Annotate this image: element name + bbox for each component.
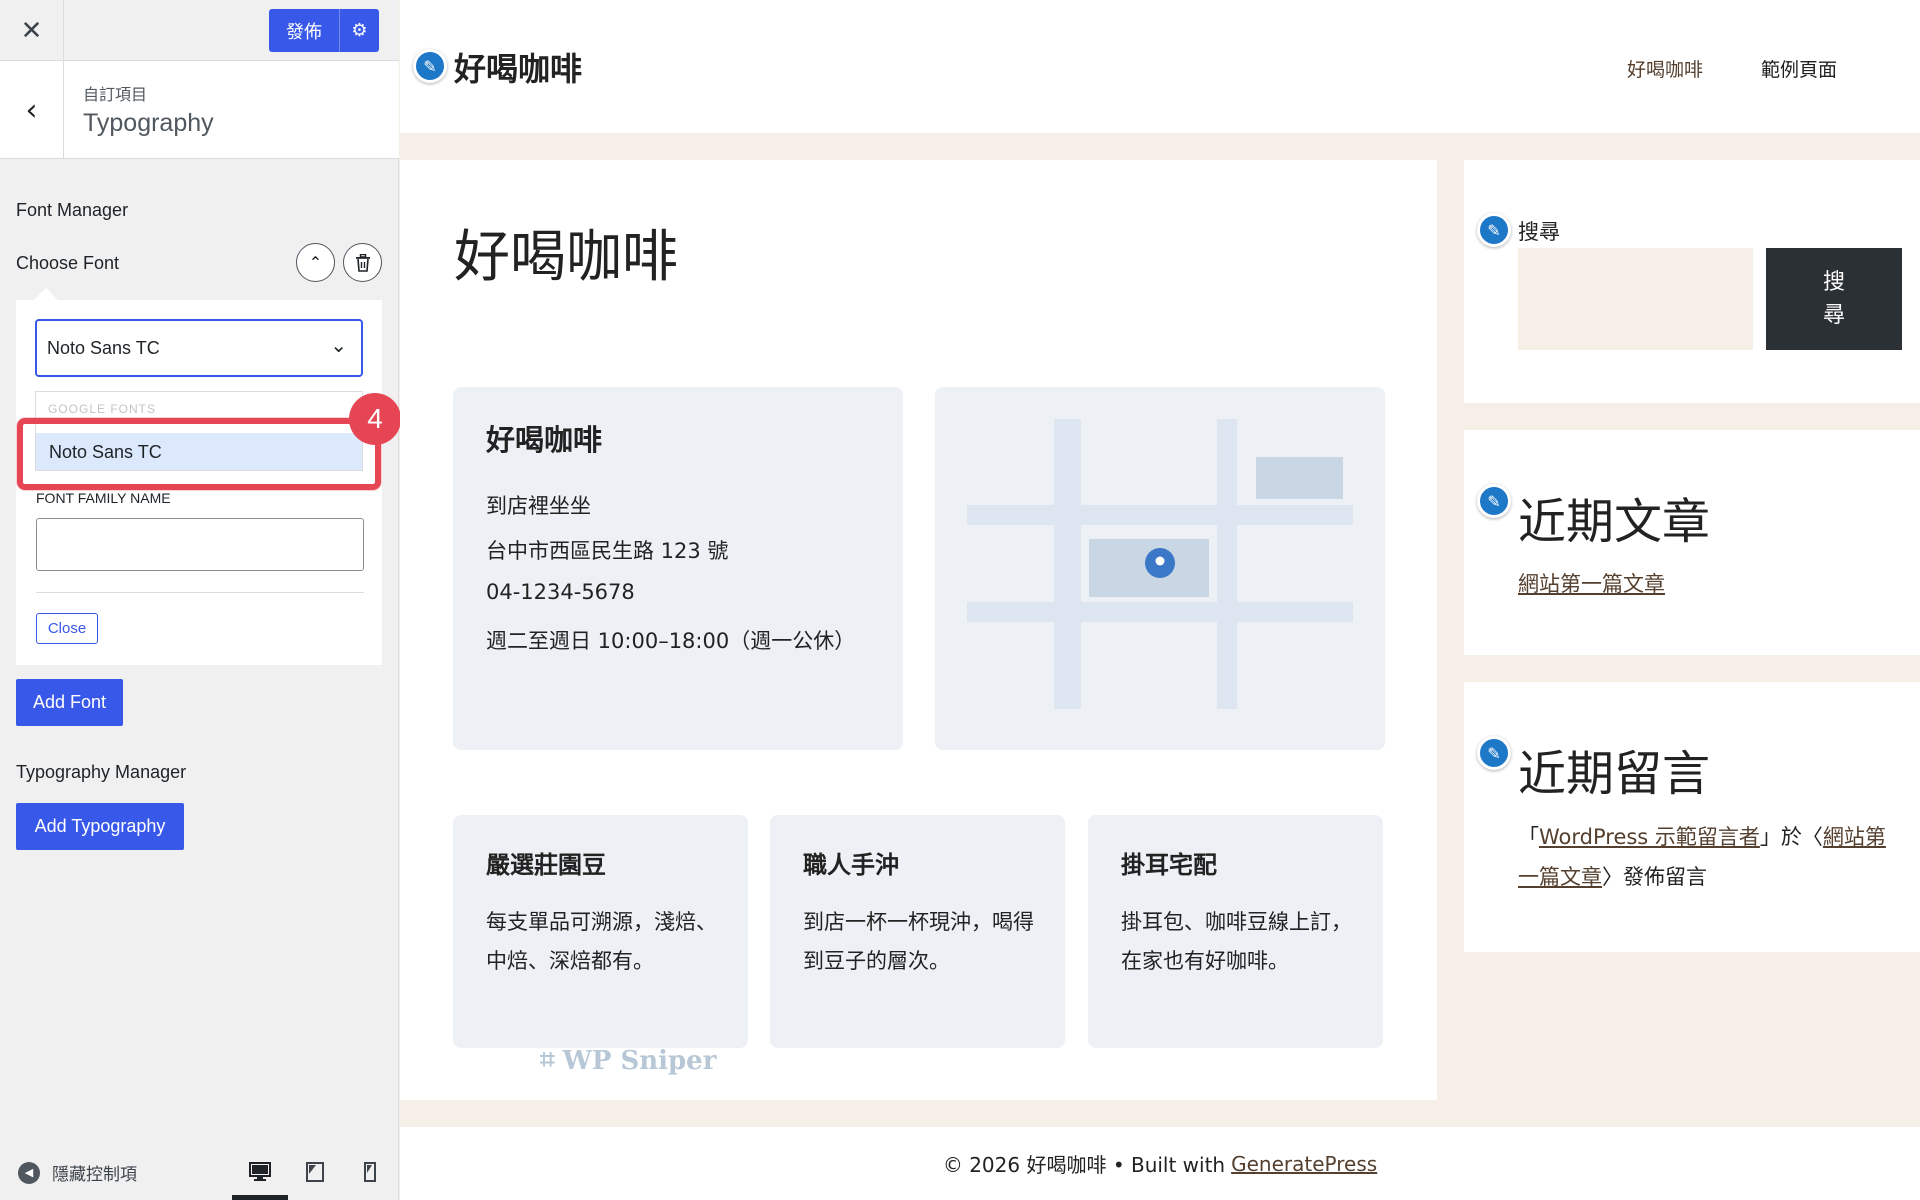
feature-card: 職人手沖 到店一杯一杯現沖，喝得到豆子的層次。 <box>770 815 1065 1048</box>
close-customizer-button[interactable]: ✕ <box>0 0 64 61</box>
customizer-sidebar: ✕ 發佈 ⚙ ‹ 自訂項目 Typography Font Manager Ch… <box>0 0 401 1200</box>
chevron-left-icon: ‹ <box>25 92 38 128</box>
publish-label: 發佈 <box>286 21 322 43</box>
active-device-indicator <box>232 1195 288 1200</box>
site-title[interactable]: 好喝咖啡 <box>454 44 582 90</box>
add-font-button[interactable]: Add Font <box>16 679 123 726</box>
customizer-footer: ◀ 隱藏控制項 <box>0 1145 399 1200</box>
section-header: ‹ 自訂項目 Typography <box>0 61 399 159</box>
tablet-preview-button[interactable] <box>300 1158 330 1186</box>
feature-title: 嚴選莊園豆 <box>486 851 606 879</box>
watermark: ⌗ WP Sniper <box>540 1045 717 1076</box>
recent-posts-widget: ✎ 近期文章 網站第一篇文章 <box>1464 430 1920 655</box>
font-settings-panel: Noto Sans TC ⌄ GOOGLE FONTS Noto Sans TC… <box>16 288 382 665</box>
dropdown-group-label: GOOGLE FONTS <box>48 402 157 416</box>
mobile-preview-button[interactable] <box>355 1158 385 1186</box>
site-preview: ✎ 好喝咖啡 好喝咖啡 範例頁面 好喝咖啡 好喝咖啡 到店裡坐坐 台中市西區民生… <box>400 0 1920 1200</box>
font-family-name-input[interactable] <box>36 518 364 571</box>
step-badge: 4 <box>349 393 401 445</box>
search-widget: ✎ 搜尋 搜尋 <box>1464 160 1920 403</box>
delete-font-button[interactable] <box>343 243 382 282</box>
footer-text: © 2026 好喝咖啡 • Built with <box>942 1153 1226 1177</box>
watermark-logo-icon: ⌗ <box>540 1045 555 1075</box>
info-card: 好喝咖啡 到店裡坐坐 台中市西區民生路 123 號 04-1234-5678 週… <box>453 387 903 750</box>
info-phone: 04-1234-5678 <box>486 580 635 604</box>
hide-controls-button[interactable]: ◀ 隱藏控制項 <box>18 1160 137 1185</box>
trash-icon <box>355 253 370 272</box>
back-button[interactable]: ‹ <box>0 61 64 159</box>
site-header: ✎ 好喝咖啡 好喝咖啡 範例頁面 <box>400 0 1920 133</box>
main-content: 好喝咖啡 好喝咖啡 到店裡坐坐 台中市西區民生路 123 號 04-1234-5… <box>400 160 1437 1100</box>
map-illustration <box>967 419 1353 709</box>
info-address: 台中市西區民生路 123 號 <box>486 539 729 563</box>
feature-text: 掛耳包、咖啡豆線上訂，在家也有好咖啡。 <box>1121 910 1352 973</box>
comment-entry: 「WordPress 示範留言者」於〈網站第一篇文章〉發佈留言 <box>1518 825 1886 889</box>
choose-font-label: Choose Font <box>16 253 120 273</box>
chevron-up-icon: ⌃ <box>308 253 323 272</box>
feature-title: 職人手沖 <box>803 851 899 879</box>
info-heading: 好喝咖啡 <box>486 423 603 457</box>
publish-button[interactable]: 發佈 ⚙ <box>269 9 379 52</box>
feature-card: 嚴選莊園豆 每支單品可溯源，淺焙、中焙、深焙都有。 <box>453 815 748 1048</box>
comment-author-link[interactable]: WordPress 示範留言者 <box>1539 825 1760 849</box>
font-select[interactable]: Noto Sans TC ⌄ <box>35 319 363 377</box>
recent-posts-title: 近期文章 <box>1518 494 1711 550</box>
feature-text: 到店一杯一杯現沖，喝得到豆子的層次。 <box>803 910 1034 973</box>
hide-controls-label: 隱藏控制項 <box>52 1165 137 1185</box>
dropdown-option-noto-sans-tc[interactable]: Noto Sans TC <box>36 433 362 470</box>
typography-manager-label: Typography Manager <box>16 762 187 782</box>
search-input[interactable] <box>1518 248 1753 350</box>
mobile-icon <box>364 1162 376 1182</box>
desktop-preview-button[interactable] <box>245 1158 275 1186</box>
site-footer: © 2026 好喝咖啡 • Built with GeneratePress <box>400 1127 1920 1200</box>
recent-post-link[interactable]: 網站第一篇文章 <box>1518 568 1665 598</box>
info-hours: 週二至週日 10:00–18:00（週一公休） <box>486 629 856 653</box>
search-widget-title: 搜尋 <box>1518 220 1560 244</box>
breadcrumb: 自訂項目 <box>83 85 148 104</box>
feature-text: 每支單品可溯源，淺焙、中焙、深焙都有。 <box>486 910 717 973</box>
selected-font-value: Noto Sans TC <box>47 337 160 358</box>
collapse-button[interactable]: ⌃ <box>296 243 335 282</box>
feature-card: 掛耳宅配 掛耳包、咖啡豆線上訂，在家也有好咖啡。 <box>1088 815 1383 1048</box>
recent-comments-widget: ✎ 近期留言 「WordPress 示範留言者」於〈網站第一篇文章〉發佈留言 <box>1464 682 1920 952</box>
edit-pencil-icon[interactable]: ✎ <box>1477 736 1511 770</box>
desktop-icon <box>249 1162 271 1181</box>
close-icon: ✕ <box>20 15 43 46</box>
add-typography-button[interactable]: Add Typography <box>16 803 184 850</box>
font-manager-label: Font Manager <box>16 200 129 220</box>
tablet-icon <box>306 1162 324 1182</box>
search-button-label: 搜尋 <box>1822 270 1845 328</box>
divider <box>36 592 364 593</box>
map-card <box>935 387 1385 750</box>
section-title: Typography <box>83 109 214 137</box>
info-line: 到店裡坐坐 <box>486 494 591 518</box>
recent-comments-title: 近期留言 <box>1518 746 1711 802</box>
close-panel-button[interactable]: Close <box>36 613 98 644</box>
customizer-top-bar: ✕ 發佈 ⚙ <box>0 0 399 61</box>
font-family-name-label: FONT FAMILY NAME <box>36 490 171 506</box>
page-title: 好喝咖啡 <box>454 225 678 290</box>
chevron-down-icon: ⌄ <box>330 335 347 357</box>
nav-item-home[interactable]: 好喝咖啡 <box>1627 55 1703 82</box>
nav-item-sample-page[interactable]: 範例頁面 <box>1761 55 1837 82</box>
collapse-left-icon: ◀ <box>18 1161 40 1184</box>
footer-link[interactable]: GeneratePress <box>1231 1152 1377 1176</box>
edit-pencil-icon[interactable]: ✎ <box>1477 213 1511 247</box>
font-dropdown-list: GOOGLE FONTS Noto Sans TC <box>35 391 363 471</box>
edit-pencil-icon[interactable]: ✎ <box>413 49 447 83</box>
gear-icon[interactable]: ⚙ <box>340 20 379 41</box>
edit-pencil-icon[interactable]: ✎ <box>1477 484 1511 518</box>
search-button[interactable]: 搜尋 <box>1766 248 1902 350</box>
feature-title: 掛耳宅配 <box>1121 851 1217 879</box>
